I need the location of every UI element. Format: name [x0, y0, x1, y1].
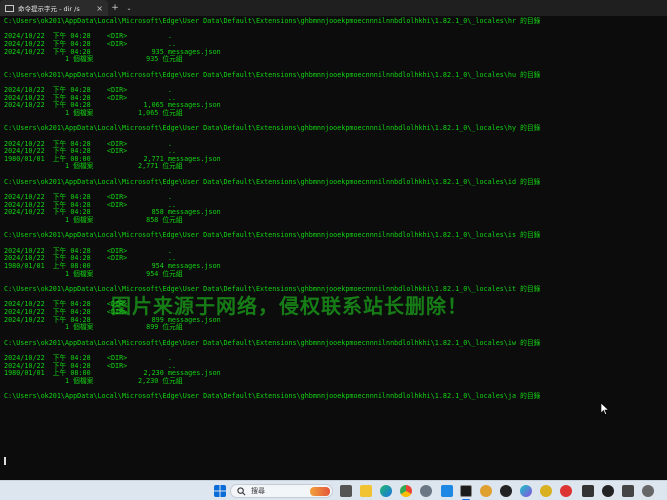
app-icon-2[interactable] [602, 485, 614, 497]
terminal-line: 1 個檔案 858 位元組 [4, 216, 183, 225]
file-explorer-icon[interactable] [360, 485, 372, 497]
terminal-line: C:\Users\ok201\AppData\Local\Microsoft\E… [4, 231, 541, 240]
close-tab-button[interactable]: × [96, 4, 103, 13]
game-icon[interactable] [480, 485, 492, 497]
chat-icon[interactable] [540, 485, 552, 497]
app-icon-3[interactable] [622, 485, 634, 497]
camera-icon[interactable] [582, 485, 594, 497]
terminal-line: C:\Users\ok201\AppData\Local\Microsoft\E… [4, 17, 541, 25]
task-view-icon[interactable] [340, 485, 352, 497]
chrome-icon[interactable] [400, 485, 412, 497]
settings-icon[interactable] [420, 485, 432, 497]
terminal-line: 1 個檔案 954 位元組 [4, 269, 183, 278]
windows-start-icon[interactable] [214, 485, 226, 497]
copilot-icon[interactable] [520, 485, 532, 497]
terminal-line: 1 個檔案 2,230 位元組 [4, 376, 183, 385]
taskbar: 搜尋 [0, 480, 667, 500]
text-cursor [4, 457, 6, 465]
cmd-icon [5, 4, 14, 12]
terminal-tab[interactable]: 命令提示字元 - dir /s × [0, 0, 108, 16]
title-bar: 命令提示字元 - dir /s × + ⌄ [0, 0, 667, 16]
search-highlight-icon [310, 487, 330, 496]
app-icon-4[interactable] [642, 485, 654, 497]
terminal-line: 1 個檔案 935 位元組 [4, 55, 183, 64]
terminal-output[interactable]: C:\Users\ok201\AppData\Local\Microsoft\E… [4, 17, 667, 480]
terminal-icon[interactable] [460, 485, 472, 497]
media-icon[interactable] [500, 485, 512, 497]
tab-title: 命令提示字元 - dir /s [18, 5, 80, 13]
app-icon[interactable] [560, 485, 572, 497]
terminal-line: C:\Users\ok201\AppData\Local\Microsoft\E… [4, 392, 541, 401]
terminal-line: C:\Users\ok201\AppData\Local\Microsoft\E… [4, 124, 541, 133]
edge-icon[interactable] [380, 485, 392, 497]
taskbar-search-box[interactable]: 搜尋 [230, 484, 333, 498]
search-icon [237, 487, 246, 496]
terminal-line: C:\Users\ok201\AppData\Local\Microsoft\E… [4, 70, 541, 79]
vscode-icon[interactable] [441, 485, 453, 497]
terminal-line: 1 個檔案 2,771 位元組 [4, 162, 183, 171]
search-placeholder: 搜尋 [251, 487, 265, 495]
mouse-pointer-icon [601, 403, 609, 415]
terminal-line: 1 個檔案 1,065 位元組 [4, 108, 183, 117]
terminal-line: C:\Users\ok201\AppData\Local\Microsoft\E… [4, 338, 541, 347]
terminal-line: C:\Users\ok201\AppData\Local\Microsoft\E… [4, 177, 541, 186]
new-tab-button[interactable]: + [108, 0, 122, 16]
tab-dropdown-button[interactable]: ⌄ [122, 0, 136, 16]
watermark: 图片来源于网络，侵权联系站长删除！ [111, 294, 468, 318]
terminal-line: 1 個檔案 899 位元組 [4, 323, 183, 332]
